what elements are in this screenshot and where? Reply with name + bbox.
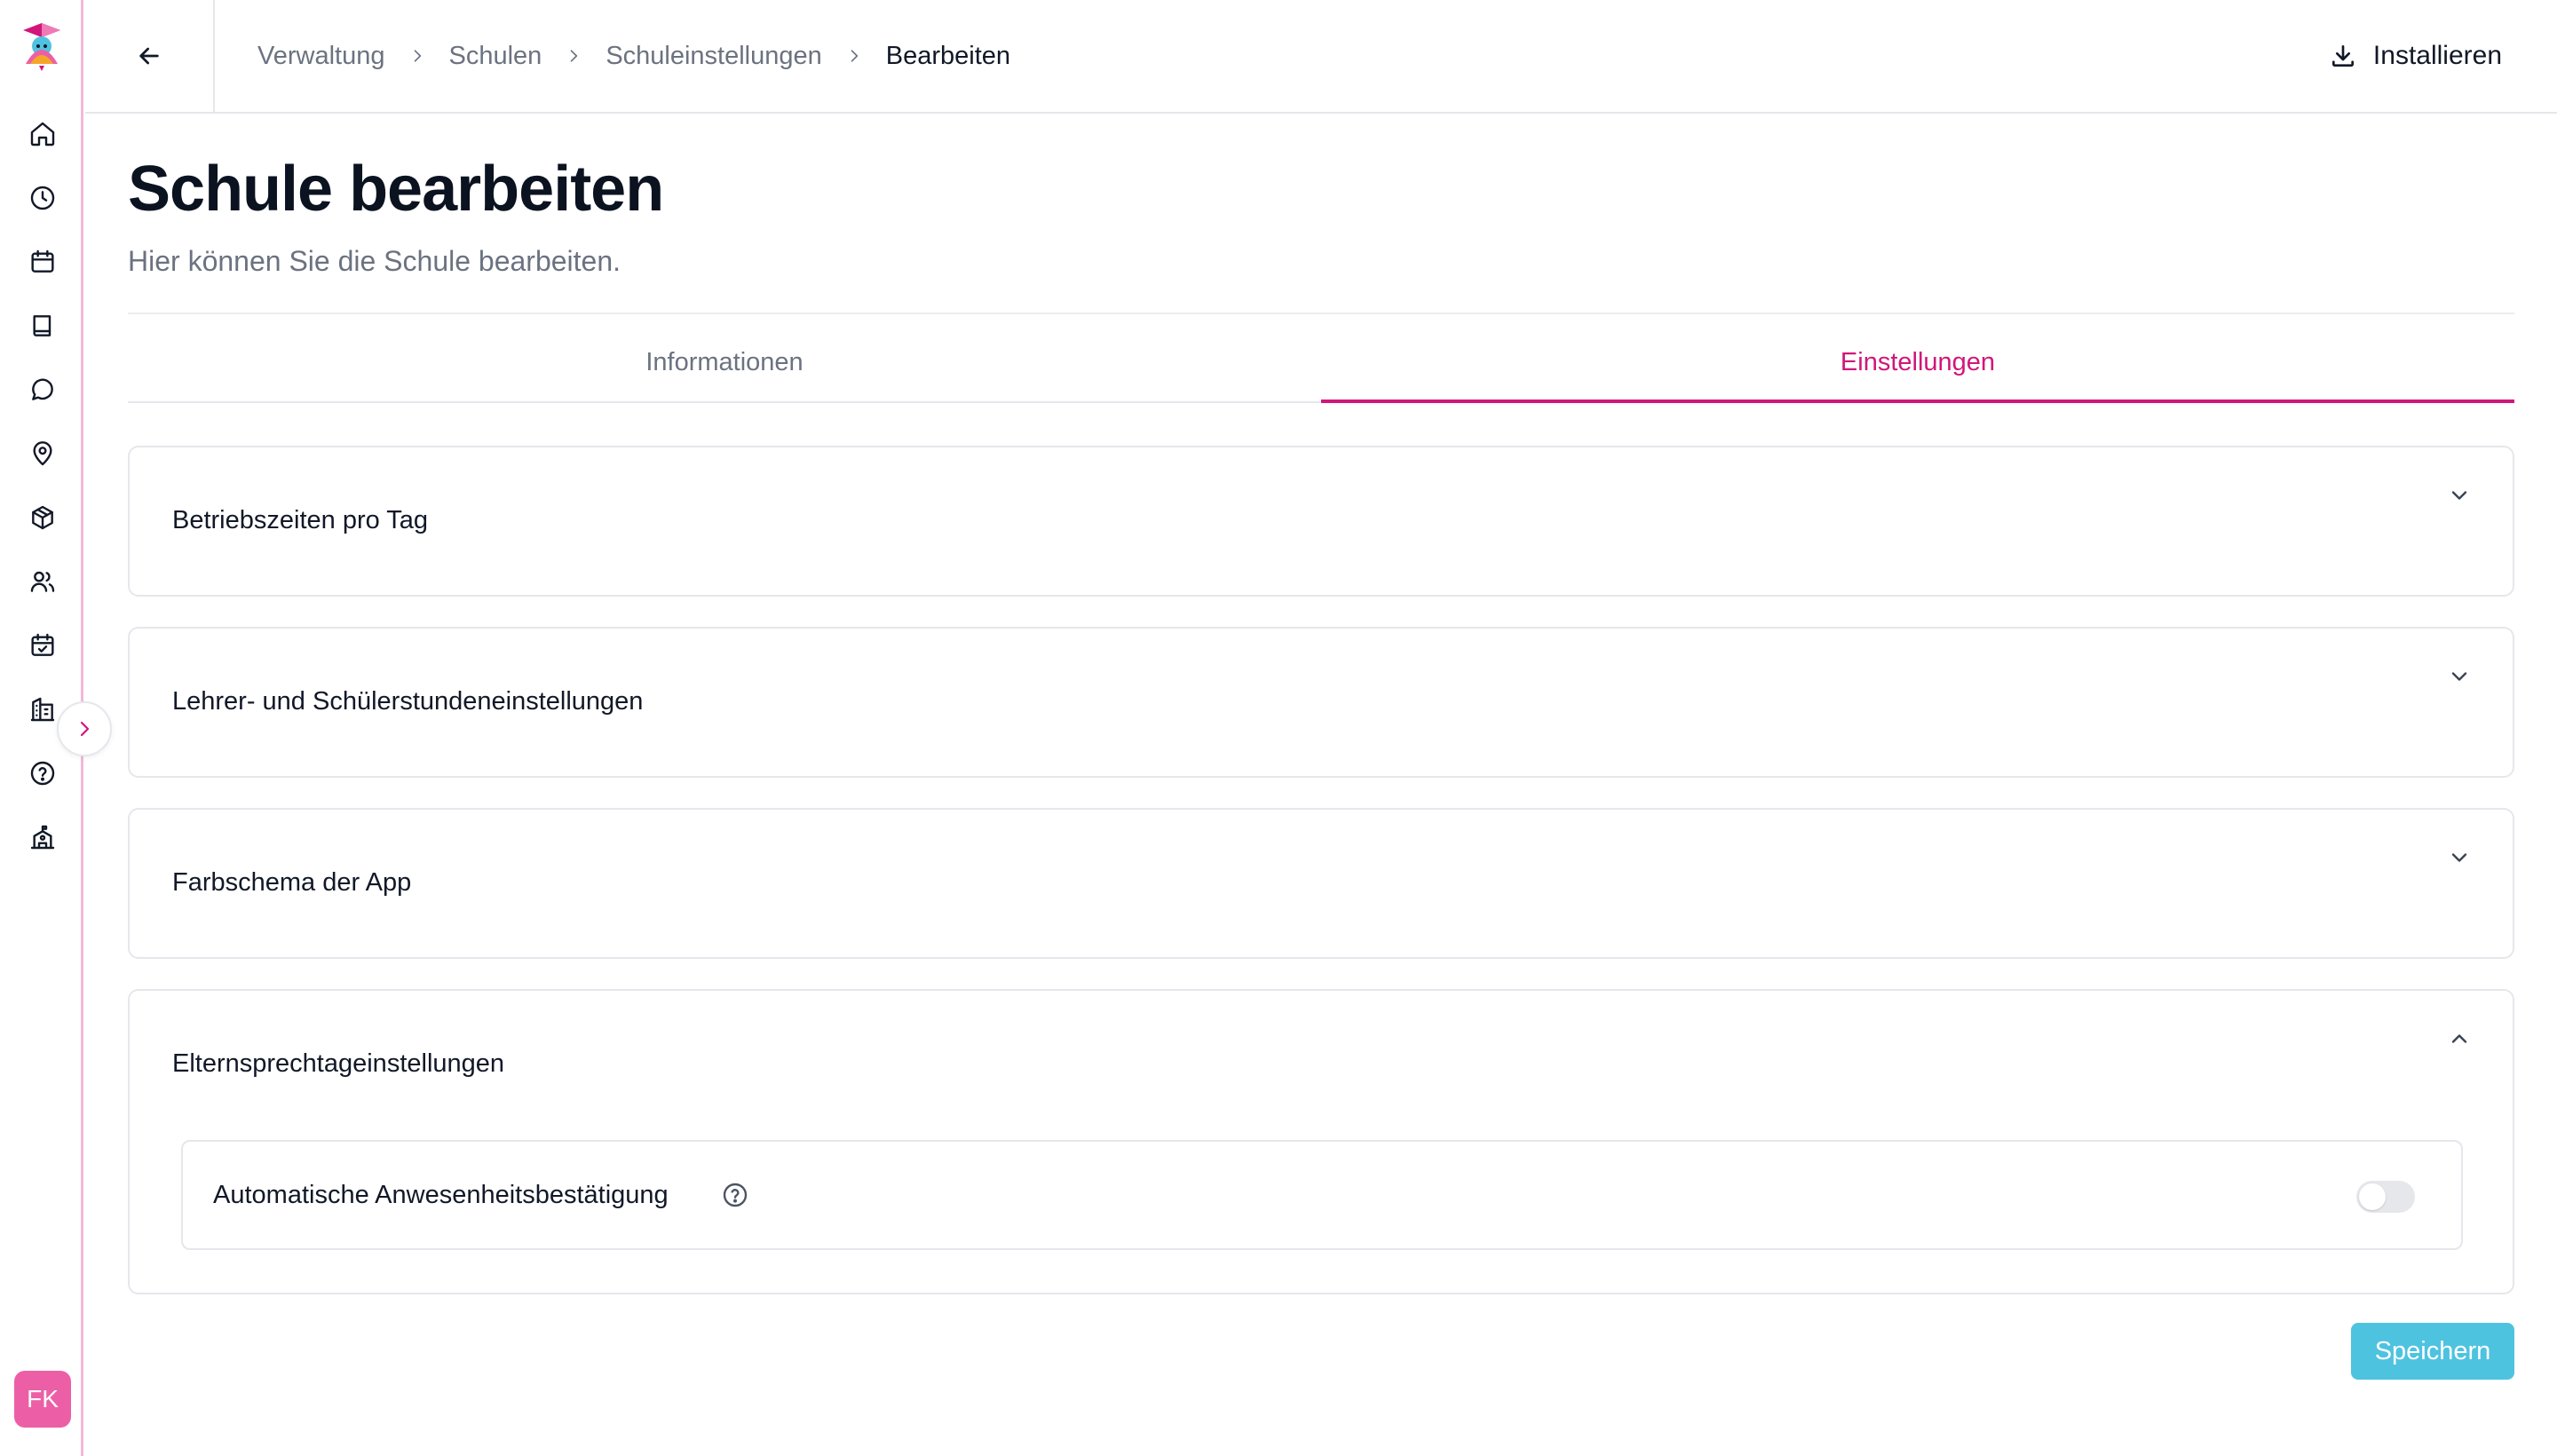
breadcrumb-schulen[interactable]: Schulen	[449, 42, 542, 71]
tab-einstellungen[interactable]: Einstellungen	[1321, 323, 2514, 403]
calendar-check-icon[interactable]	[21, 624, 64, 667]
tab-bar: Informationen Einstellungen	[128, 323, 2514, 403]
sidebar-expand-button[interactable]	[57, 701, 112, 756]
chevron-right-icon	[80, 721, 90, 737]
calendar-icon[interactable]	[21, 241, 64, 283]
divider	[128, 313, 2514, 314]
chevron-down-icon[interactable]	[2447, 664, 2472, 689]
user-avatar[interactable]: FK	[14, 1371, 71, 1428]
auto-attendance-toggle[interactable]	[2356, 1181, 2415, 1213]
breadcrumb-schuleinstellungen[interactable]: Schuleinstellungen	[606, 42, 821, 71]
page-subtitle: Hier können Sie die Schule bearbeiten.	[128, 245, 621, 277]
section-farbschema: Farbschema der App	[128, 808, 2514, 959]
chevron-down-icon[interactable]	[2447, 845, 2472, 870]
breadcrumb-bearbeiten: Bearbeiten	[885, 41, 1011, 70]
section-header[interactable]: Farbschema der App	[130, 810, 2513, 957]
chat-icon[interactable]	[21, 368, 64, 411]
toggle-knob	[2359, 1183, 2386, 1210]
download-icon	[2331, 45, 2354, 67]
user-initials: FK	[27, 1385, 59, 1412]
chevron-right-icon	[408, 47, 426, 65]
section-betriebszeiten: Betriebszeiten pro Tag	[128, 446, 2514, 597]
chevron-right-icon	[845, 47, 863, 65]
section-title: Elternsprechtageinstellungen	[172, 1049, 505, 1078]
install-button[interactable]: Installieren	[2329, 0, 2502, 112]
home-icon[interactable]	[21, 113, 64, 155]
section-title: Betriebszeiten pro Tag	[172, 506, 429, 534]
back-button[interactable]	[85, 0, 215, 112]
breadcrumb-verwaltung[interactable]: Verwaltung	[257, 42, 385, 71]
section-title: Lehrer- und Schülerstundeneinstellungen	[172, 687, 644, 716]
book-icon[interactable]	[21, 305, 64, 347]
app-logo[interactable]	[18, 20, 66, 73]
section-header[interactable]: Lehrer- und Schülerstundeneinstellungen	[130, 629, 2513, 776]
section-header[interactable]: Betriebszeiten pro Tag	[130, 447, 2513, 595]
package-icon[interactable]	[21, 496, 64, 539]
section-lehrer-schuelerstunden: Lehrer- und Schülerstundeneinstellungen	[128, 627, 2514, 778]
section-title: Farbschema der App	[172, 868, 412, 897]
help-circle-icon[interactable]	[21, 752, 64, 795]
save-button[interactable]: Speichern	[2351, 1323, 2514, 1380]
setting-label: Automatische Anwesenheitsbestätigung	[213, 1181, 669, 1209]
arrow-left-icon	[139, 47, 159, 65]
setting-auto-attendance: Automatische Anwesenheitsbestätigung	[181, 1140, 2463, 1250]
section-header[interactable]: Elternsprechtageinstellungen	[130, 991, 2513, 1138]
top-bar: Verwaltung Schulen Schuleinstellungen Be…	[85, 0, 2557, 114]
help-circle-icon[interactable]	[721, 1181, 749, 1209]
users-icon[interactable]	[21, 560, 64, 603]
install-label: Installieren	[2372, 41, 2502, 70]
chevron-right-icon	[565, 47, 582, 65]
clock-icon[interactable]	[21, 177, 64, 219]
section-elternsprechtag: Elternsprechtageinstellungen Automatisch…	[128, 989, 2514, 1294]
tab-informationen[interactable]: Informationen	[128, 323, 1321, 401]
school-icon[interactable]	[21, 816, 64, 859]
chevron-up-icon[interactable]	[2447, 1026, 2472, 1051]
location-pin-icon[interactable]	[21, 432, 64, 475]
chevron-down-icon[interactable]	[2447, 483, 2472, 508]
page-title: Schule bearbeiten	[128, 154, 664, 225]
breadcrumb: Verwaltung Schulen Schuleinstellungen Be…	[257, 0, 1010, 112]
